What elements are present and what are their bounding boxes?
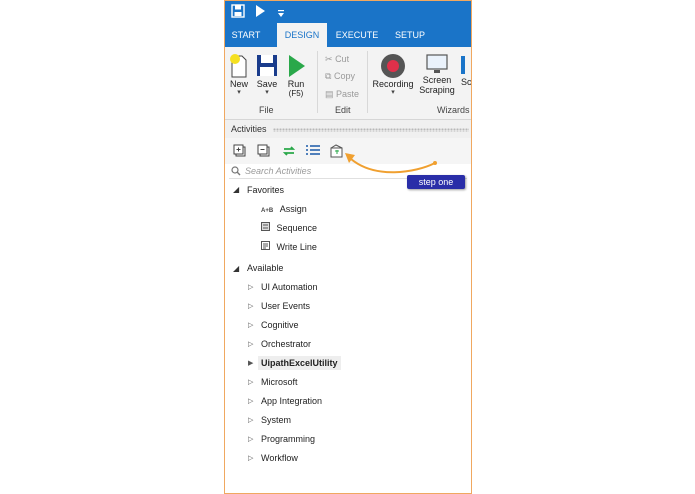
annotation-arrow-icon xyxy=(345,153,437,174)
studio-window: START DESIGN EXECUTE SETUP New ▾ Save ▾ xyxy=(224,0,472,494)
step-one-callout: step one xyxy=(407,175,465,189)
